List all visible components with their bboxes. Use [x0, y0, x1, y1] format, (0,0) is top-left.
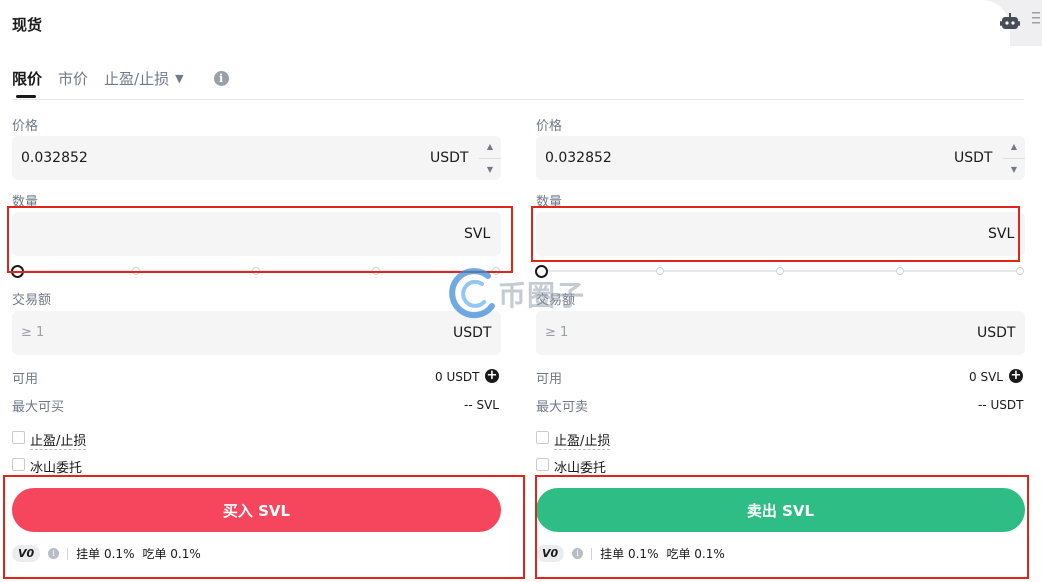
- tab-stop-limit[interactable]: 止盈/止损: [104, 68, 169, 89]
- sell-amount-highlight: [531, 206, 1020, 262]
- sell-tpsl-label[interactable]: 止盈/止损: [554, 430, 611, 450]
- chevron-down-icon[interactable]: ▼: [175, 72, 183, 85]
- sell-price-input[interactable]: 0.032852 USDT ▲ ▼: [536, 136, 1025, 180]
- watermark-logo: 币圈子: [446, 262, 601, 322]
- stepper-up-icon[interactable]: ▲: [1003, 136, 1025, 159]
- buy-max-value: -- SVL: [464, 398, 499, 412]
- buy-iceberg-label[interactable]: 冰山委托: [30, 457, 82, 476]
- buy-price-label: 价格: [12, 119, 39, 134]
- sell-price-unit: USDT: [954, 150, 993, 166]
- buy-price-value: 0.032852: [21, 150, 88, 166]
- header-tab: [0, 0, 965, 46]
- sell-available-label: 可用: [536, 372, 563, 387]
- add-funds-icon[interactable]: +: [485, 369, 499, 383]
- sell-iceberg-label[interactable]: 冰山委托: [554, 457, 606, 476]
- sell-price-value: 0.032852: [545, 150, 612, 166]
- sell-total-placeholder: ≥ 1: [545, 325, 569, 340]
- sell-slider-mark-25[interactable]: [656, 267, 664, 275]
- watermark-text: 币圈子: [498, 279, 586, 312]
- tabs-divider: [12, 99, 1024, 100]
- stepper-up-icon[interactable]: ▲: [479, 136, 501, 159]
- sell-slider-mark-75[interactable]: [896, 267, 904, 275]
- sell-total-input[interactable]: ≥ 1 USDT: [536, 311, 1025, 355]
- sell-slider-mark-50[interactable]: [776, 267, 784, 275]
- sell-max-value: -- USDT: [978, 398, 1024, 412]
- buy-max-label: 最大可买: [12, 400, 65, 415]
- sell-tpsl-checkbox[interactable]: [536, 431, 549, 444]
- sell-iceberg-checkbox[interactable]: [536, 458, 549, 471]
- sell-available-value: 0 SVL: [969, 370, 1003, 384]
- buy-tpsl-checkbox[interactable]: [12, 431, 25, 444]
- buy-available-value: 0 USDT: [435, 370, 480, 384]
- add-funds-icon[interactable]: +: [1009, 369, 1023, 383]
- page-title: 现货: [12, 16, 43, 34]
- buy-price-input[interactable]: 0.032852 USDT ▲ ▼: [12, 136, 501, 180]
- sell-max-label: 最大可卖: [536, 400, 589, 415]
- info-icon[interactable]: i: [213, 70, 229, 86]
- buy-button-highlight: [3, 475, 525, 579]
- stepper-down-icon[interactable]: ▼: [479, 159, 501, 181]
- sell-price-label: 价格: [536, 119, 563, 134]
- sell-total-unit: USDT: [977, 325, 1016, 341]
- buy-available-label: 可用: [12, 372, 39, 387]
- sell-price-stepper[interactable]: ▲ ▼: [1003, 136, 1025, 180]
- active-tab-indicator: [16, 95, 36, 98]
- sell-button-highlight: [535, 475, 1029, 579]
- buy-tpsl-label[interactable]: 止盈/止损: [30, 430, 87, 450]
- buy-iceberg-checkbox[interactable]: [12, 458, 25, 471]
- robot-icon[interactable]: [999, 12, 1021, 34]
- menu-icon[interactable]: [1032, 10, 1042, 26]
- tab-limit[interactable]: 限价: [12, 68, 42, 89]
- buy-amount-highlight: [7, 206, 513, 273]
- sell-slider-mark-100[interactable]: [1016, 267, 1024, 275]
- buy-total-label: 交易额: [12, 293, 52, 308]
- tab-market[interactable]: 市价: [58, 68, 88, 89]
- buy-total-placeholder: ≥ 1: [21, 325, 45, 340]
- buy-price-stepper[interactable]: ▲ ▼: [479, 136, 501, 180]
- buy-total-unit: USDT: [453, 325, 492, 341]
- order-type-tabs: 限价 市价 止盈/止损 ▼ i: [12, 66, 229, 90]
- buy-price-unit: USDT: [430, 150, 469, 166]
- stepper-down-icon[interactable]: ▼: [1003, 159, 1025, 181]
- buy-total-input[interactable]: ≥ 1 USDT: [12, 311, 501, 355]
